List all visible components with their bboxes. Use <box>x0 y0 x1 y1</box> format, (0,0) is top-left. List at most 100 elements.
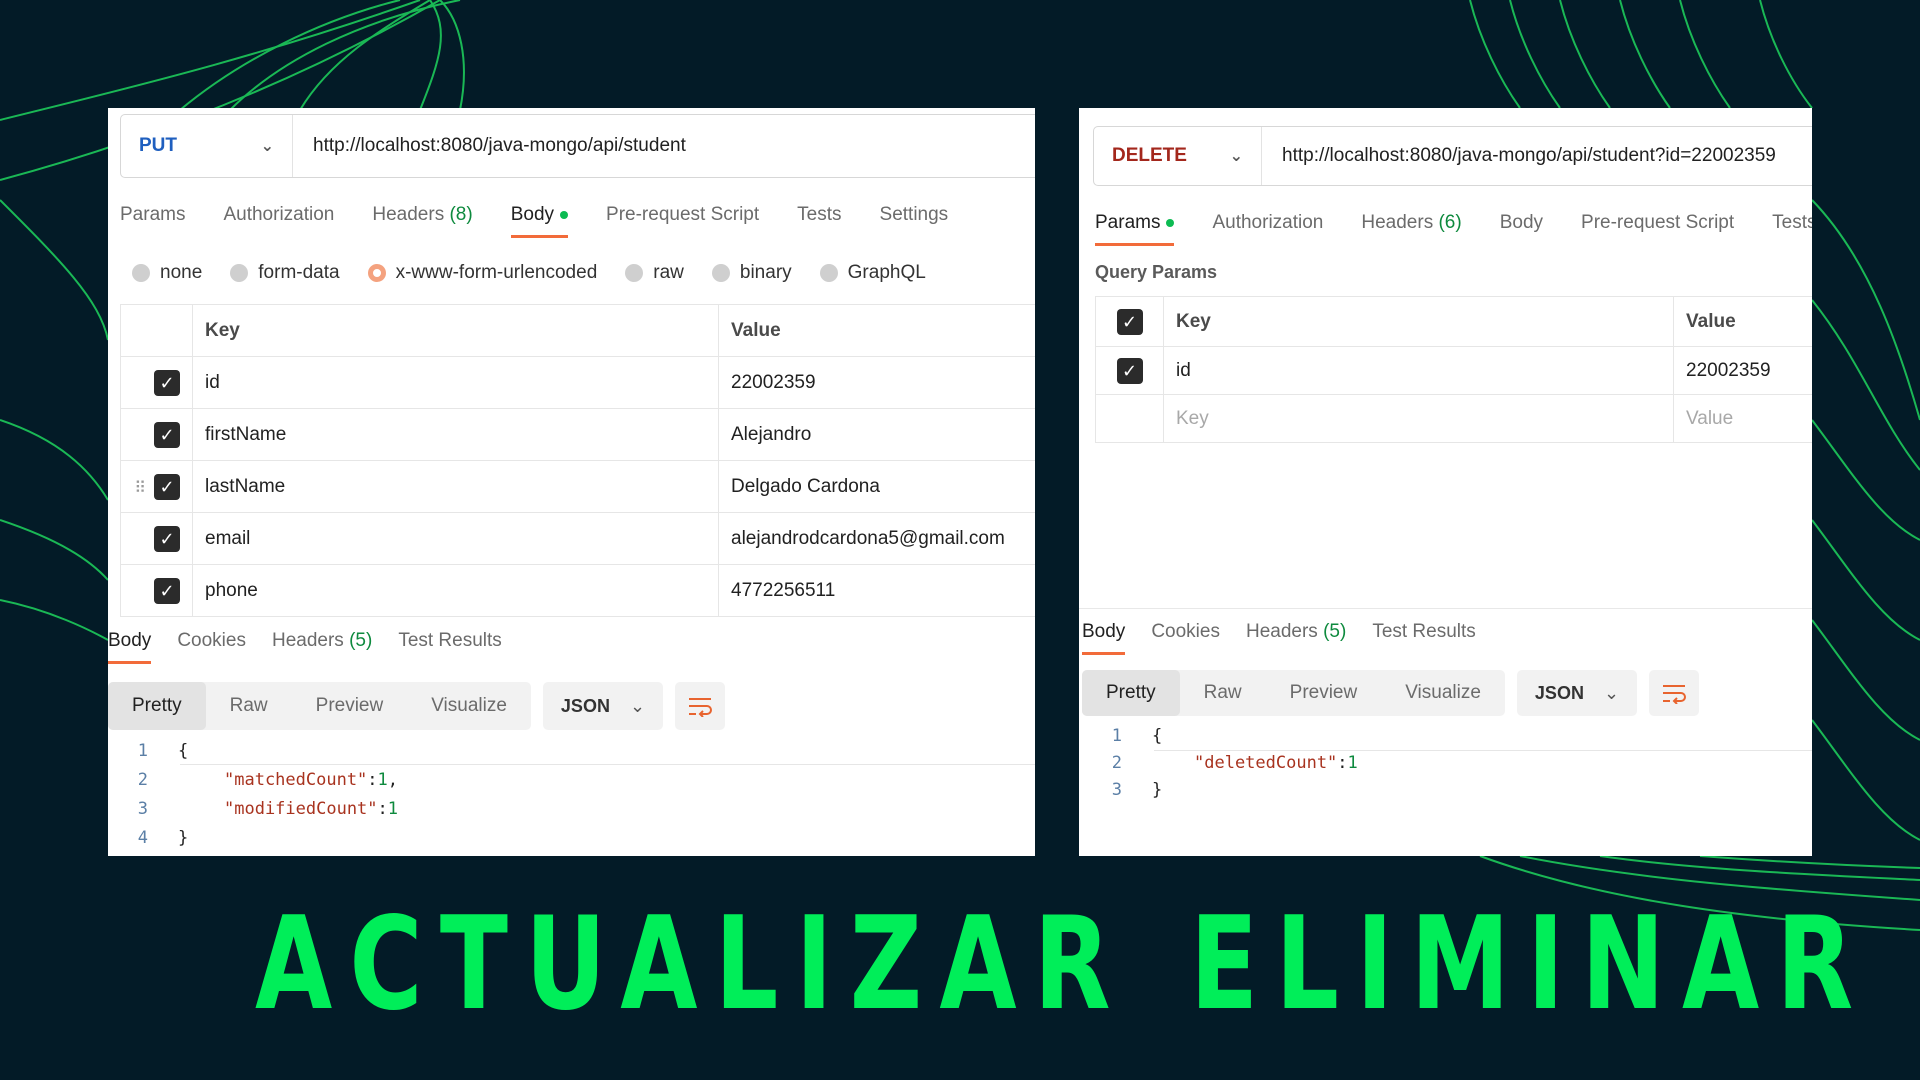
format-label: JSON <box>1534 682 1584 703</box>
checkmark-icon: ✓ <box>1121 311 1138 332</box>
format-dropdown[interactable]: JSON ⌄ <box>1516 670 1638 716</box>
tab-authorization[interactable]: Authorization <box>223 204 334 238</box>
row-key[interactable]: lastName <box>192 460 719 513</box>
new-value-input[interactable]: Value <box>1673 394 1812 443</box>
wrap-lines-button[interactable] <box>1649 670 1700 716</box>
response-tab-cookies[interactable]: Cookies <box>1151 621 1220 655</box>
row-checkbox[interactable]: ✓ <box>1116 357 1143 384</box>
wrap-lines-button[interactable] <box>675 682 726 730</box>
checkmark-icon: ✓ <box>159 528 175 549</box>
view-visualize[interactable]: Visualize <box>407 682 531 730</box>
drag-handle-icon[interactable]: ⠿ <box>134 478 146 498</box>
tab-tests[interactable]: Tests <box>797 204 841 238</box>
row-value[interactable]: 22002359 <box>718 356 1035 409</box>
method-label: PUT <box>139 135 177 156</box>
method-dropdown[interactable]: PUT ⌄ <box>121 115 293 177</box>
chevron-down-icon: ⌄ <box>260 138 274 155</box>
tab-tests[interactable]: Tests <box>1772 212 1812 246</box>
tab-settings[interactable]: Settings <box>880 204 949 238</box>
view-visualize[interactable]: Visualize <box>1381 670 1505 716</box>
response-tab-headers[interactable]: Headers (5) <box>272 630 372 664</box>
response-tab-headers[interactable]: Headers (5) <box>1246 621 1346 655</box>
format-dropdown[interactable]: JSON ⌄ <box>542 682 664 730</box>
table-row: ✓ email alejandrodcardona5@gmail.com <box>120 512 1035 565</box>
row-checkbox[interactable]: ✓ <box>154 421 180 448</box>
row-key[interactable]: phone <box>192 564 719 617</box>
row-value[interactable]: Alejandro <box>718 408 1035 461</box>
row-value[interactable]: alejandrodcardona5@gmail.com <box>718 512 1035 565</box>
url-input[interactable]: http://localhost:8080/java-mongo/api/stu… <box>293 135 686 157</box>
request-tabs: Params Authorization Headers (6) Body Pr… <box>1095 212 1812 246</box>
row-key[interactable]: id <box>192 356 719 409</box>
response-tab-cookies[interactable]: Cookies <box>177 630 246 664</box>
response-tab-body[interactable]: Body <box>1082 621 1126 655</box>
view-raw[interactable]: Raw <box>1180 670 1266 716</box>
table-row: ⠿ ✓ lastName Delgado Cardona <box>120 460 1035 513</box>
method-dropdown[interactable]: DELETE ⌄ <box>1094 127 1262 185</box>
view-preview[interactable]: Preview <box>292 682 408 730</box>
tab-body[interactable]: Body <box>1500 212 1543 246</box>
query-params-table: ✓ Key Value ✓ id 22002359 Key Value <box>1095 296 1812 443</box>
chevron-down-icon: ⌄ <box>1603 682 1620 703</box>
table-header-row: Key Value <box>120 304 1035 357</box>
request-tabs: Params Authorization Headers (8) Body Pr… <box>120 204 986 238</box>
view-pretty[interactable]: Pretty <box>1082 670 1180 716</box>
row-key[interactable]: id <box>1163 346 1674 395</box>
checkmark-icon: ✓ <box>159 424 175 445</box>
radio-form-data[interactable]: form-data <box>230 262 340 284</box>
chevron-down-icon: ⌄ <box>629 695 646 716</box>
tab-body[interactable]: Body <box>510 204 569 238</box>
body-type-radios: none form-data x-www-form-urlencoded raw… <box>132 262 954 284</box>
row-key[interactable]: firstName <box>192 408 719 461</box>
radio-selected-icon <box>367 264 386 282</box>
tab-pre-request-script[interactable]: Pre-request Script <box>606 204 759 238</box>
radio-circle-icon <box>625 264 644 282</box>
row-value[interactable]: 4772256511 <box>718 564 1035 617</box>
url-input[interactable]: http://localhost:8080/java-mongo/api/stu… <box>1262 145 1776 167</box>
table-row: ✓ id 22002359 <box>120 356 1035 409</box>
radio-x-www-form-urlencoded[interactable]: x-www-form-urlencoded <box>367 262 597 284</box>
tab-authorization[interactable]: Authorization <box>1212 212 1323 246</box>
radio-circle-icon <box>819 264 838 282</box>
value-header: Value <box>718 304 1035 357</box>
row-checkbox[interactable]: ✓ <box>154 525 180 552</box>
key-header: Key <box>192 304 719 357</box>
row-checkbox[interactable]: ✓ <box>154 369 180 396</box>
response-tabs: Body Cookies Headers (5) Test Results <box>1082 621 1514 655</box>
response-tab-test-results[interactable]: Test Results <box>398 630 501 664</box>
row-checkbox[interactable]: ✓ <box>154 473 180 500</box>
tab-params[interactable]: Params <box>1095 212 1175 246</box>
response-tab-body[interactable]: Body <box>108 630 152 664</box>
row-value[interactable]: 22002359 <box>1673 346 1812 395</box>
update-caption: ACTUALIZAR <box>255 890 1128 1039</box>
radio-raw[interactable]: raw <box>625 262 684 284</box>
checkmark-icon: ✓ <box>159 372 175 393</box>
new-key-input[interactable]: Key <box>1163 394 1674 443</box>
view-pretty[interactable]: Pretty <box>108 682 206 730</box>
view-mode-selector: Pretty Raw Preview Visualize <box>108 682 531 730</box>
checkmark-icon: ✓ <box>159 476 175 497</box>
row-key[interactable]: email <box>192 512 719 565</box>
value-header: Value <box>1673 296 1812 347</box>
tab-headers[interactable]: Headers (6) <box>1361 212 1461 246</box>
request-bar: PUT ⌄ http://localhost:8080/java-mongo/a… <box>120 114 1035 178</box>
view-mode-selector: Pretty Raw Preview Visualize <box>1082 670 1505 716</box>
view-raw[interactable]: Raw <box>206 682 292 730</box>
tab-pre-request-script[interactable]: Pre-request Script <box>1581 212 1734 246</box>
radio-none[interactable]: none <box>132 262 202 284</box>
response-tab-test-results[interactable]: Test Results <box>1372 621 1475 655</box>
wrap-lines-icon <box>1663 685 1687 704</box>
tab-params[interactable]: Params <box>120 204 185 238</box>
delete-caption: ELIMINAR <box>1190 890 1871 1039</box>
radio-graphql[interactable]: GraphQL <box>819 262 926 284</box>
row-checkbox[interactable]: ✓ <box>154 577 180 604</box>
row-value[interactable]: Delgado Cardona <box>718 460 1035 513</box>
table-row: ✓ phone 4772256511 <box>120 564 1035 617</box>
key-header: Key <box>1163 296 1674 347</box>
tab-headers[interactable]: Headers (8) <box>372 204 472 238</box>
select-all-checkbox[interactable]: ✓ <box>1116 308 1143 335</box>
response-code: 1{ 2 "matchedCount": 1, 3 "modifiedCount":… <box>137 740 399 848</box>
checkmark-icon: ✓ <box>1121 360 1138 381</box>
radio-binary[interactable]: binary <box>711 262 792 284</box>
view-preview[interactable]: Preview <box>1266 670 1382 716</box>
